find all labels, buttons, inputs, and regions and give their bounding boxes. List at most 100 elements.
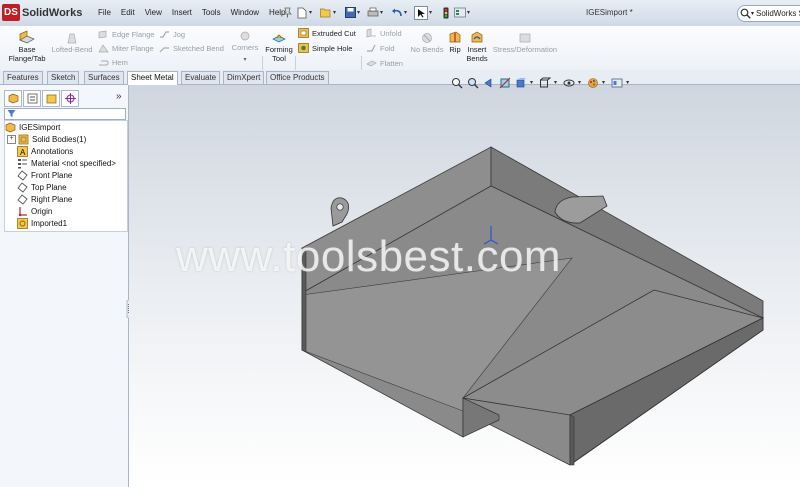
chevron-down-icon: ▾: [333, 10, 337, 16]
tree-item-label: Front Plane: [31, 170, 73, 180]
select-arrow-icon: [414, 5, 428, 20]
miter-flange-button[interactable]: Miter Flange: [98, 43, 154, 53]
dimxpert-manager-tab[interactable]: [61, 90, 79, 107]
view-settings-button[interactable]: [610, 76, 624, 89]
menu-edit[interactable]: Edit: [116, 6, 140, 19]
base-flange-icon: [19, 30, 35, 44]
menu-view[interactable]: View: [140, 6, 167, 19]
tab-sketch[interactable]: Sketch: [47, 71, 80, 84]
plane-icon: [17, 181, 28, 193]
tab-surfaces[interactable]: Surfaces: [84, 71, 124, 84]
print-button[interactable]: ▾: [367, 5, 383, 20]
unfold-button[interactable]: Unfold: [366, 28, 402, 38]
tree-item-label: Material <not specified>: [31, 158, 116, 168]
sheet-metal-part[interactable]: [129, 85, 800, 487]
view-orientation-button[interactable]: [514, 76, 528, 89]
tree-item-imported1[interactable]: Imported1: [17, 217, 67, 229]
section-view-button[interactable]: [498, 76, 512, 89]
chevron-down-icon: ▾: [309, 10, 313, 16]
new-button[interactable]: ▾: [296, 5, 312, 20]
app-name: SolidWorks: [22, 6, 83, 19]
options-button[interactable]: ▾: [454, 5, 470, 20]
corners-button[interactable]: Corners ▾: [229, 30, 261, 65]
expand-panel-icon[interactable]: »: [116, 91, 122, 102]
chevron-down-icon: ▾: [530, 80, 534, 86]
open-button[interactable]: ▾: [320, 5, 336, 20]
tab-sheet-metal[interactable]: Sheet Metal: [127, 71, 178, 85]
material-icon: [17, 158, 28, 169]
edit-appearance-button[interactable]: [586, 76, 600, 89]
jog-button[interactable]: Jog: [159, 29, 185, 39]
forming-tool-button[interactable]: Forming Tool: [264, 30, 294, 63]
hem-button[interactable]: Hem: [98, 57, 128, 67]
solid-bodies-icon: [18, 134, 29, 145]
stress-deformation-icon: [519, 33, 531, 43]
search-field[interactable]: ▾ SolidWorks Se: [737, 5, 800, 22]
document-title: IGESimport *: [586, 8, 633, 17]
flatten-label: Flatten: [380, 58, 403, 68]
save-button[interactable]: ▾: [344, 5, 360, 20]
extruded-cut-label: Extruded Cut: [312, 28, 356, 38]
solidworks-logo[interactable]: DS SolidWorks: [2, 3, 82, 22]
lofted-bend-button[interactable]: Lofted-Bend: [50, 32, 94, 54]
extruded-cut-button[interactable]: Extruded Cut: [298, 28, 356, 38]
pin-menu-button[interactable]: [281, 5, 293, 20]
select-button[interactable]: ▾: [414, 5, 432, 20]
insert-bends-icon: [471, 31, 483, 43]
menu-insert[interactable]: Insert: [167, 6, 197, 19]
chevron-down-icon: ▾: [357, 10, 361, 16]
lofted-bend-label: Lofted-Bend: [51, 45, 93, 54]
fold-button[interactable]: Fold: [366, 43, 395, 53]
tree-item-solid-bodies[interactable]: + Solid Bodies(1): [7, 133, 86, 145]
feature-manager-tab[interactable]: [4, 90, 22, 107]
view-orientation-icon: [516, 77, 526, 87]
rebuild-button[interactable]: [440, 5, 452, 20]
tab-features[interactable]: Features: [3, 71, 43, 84]
display-style-button[interactable]: [538, 76, 552, 89]
options-icon: [454, 7, 466, 19]
tree-item-origin[interactable]: Origin: [17, 205, 52, 217]
edge-flange-button[interactable]: Edge Flange: [98, 29, 155, 39]
previous-view-button[interactable]: [482, 76, 496, 89]
zoom-to-fit-button[interactable]: [450, 76, 464, 89]
base-flange-tab-button[interactable]: Base Flange/Tab: [6, 30, 48, 63]
forming-tool-icon: [272, 34, 286, 43]
sketched-bend-label: Sketched Bend: [173, 43, 224, 53]
corners-label: Corners: [231, 43, 259, 52]
graphics-area[interactable]: [129, 85, 800, 487]
tab-dimxpert[interactable]: DimXpert: [223, 71, 265, 84]
rip-button[interactable]: Rip: [446, 30, 464, 54]
insert-bends-button[interactable]: Insert Bends: [464, 30, 490, 63]
miter-flange-label: Miter Flange: [112, 43, 154, 53]
no-bends-button[interactable]: No Bends: [410, 32, 444, 54]
traffic-light-icon: [440, 7, 452, 19]
tree-filter-input[interactable]: [4, 108, 126, 120]
undo-button[interactable]: ▾: [391, 5, 407, 20]
tree-item-right-plane[interactable]: Right Plane: [17, 193, 72, 205]
tree-root[interactable]: IGESimport: [5, 121, 60, 133]
zoom-to-area-button[interactable]: [466, 76, 480, 89]
menu-window[interactable]: Window: [226, 6, 264, 19]
sketched-bend-button[interactable]: Sketched Bend: [159, 43, 224, 53]
hide-show-items-button[interactable]: [562, 76, 576, 89]
tree-item-material[interactable]: Material <not specified>: [17, 157, 116, 169]
menu-tools[interactable]: Tools: [197, 6, 226, 19]
flatten-button[interactable]: Flatten: [366, 58, 403, 68]
jog-label: Jog: [173, 29, 186, 39]
configuration-manager-tab[interactable]: [42, 90, 60, 107]
tree-item-top-plane[interactable]: Top Plane: [17, 181, 67, 193]
new-document-icon: [296, 7, 308, 19]
menu-file[interactable]: File: [93, 6, 116, 19]
property-manager-tab[interactable]: [23, 90, 41, 107]
simple-hole-button[interactable]: Simple Hole: [298, 43, 352, 53]
tree-item-front-plane[interactable]: Front Plane: [17, 169, 72, 181]
tree-item-annotations[interactable]: A Annotations: [17, 145, 73, 157]
search-input[interactable]: SolidWorks Se: [756, 9, 800, 18]
extruded-cut-icon: [298, 28, 309, 38]
tab-office-products[interactable]: Office Products: [266, 71, 329, 84]
stress-deformation-button[interactable]: Stress/Deformation: [492, 32, 558, 54]
expand-icon[interactable]: +: [7, 134, 16, 144]
chevron-down-icon: ▾: [751, 11, 755, 17]
unfold-label: Unfold: [380, 28, 402, 38]
tab-evaluate[interactable]: Evaluate: [181, 71, 221, 84]
